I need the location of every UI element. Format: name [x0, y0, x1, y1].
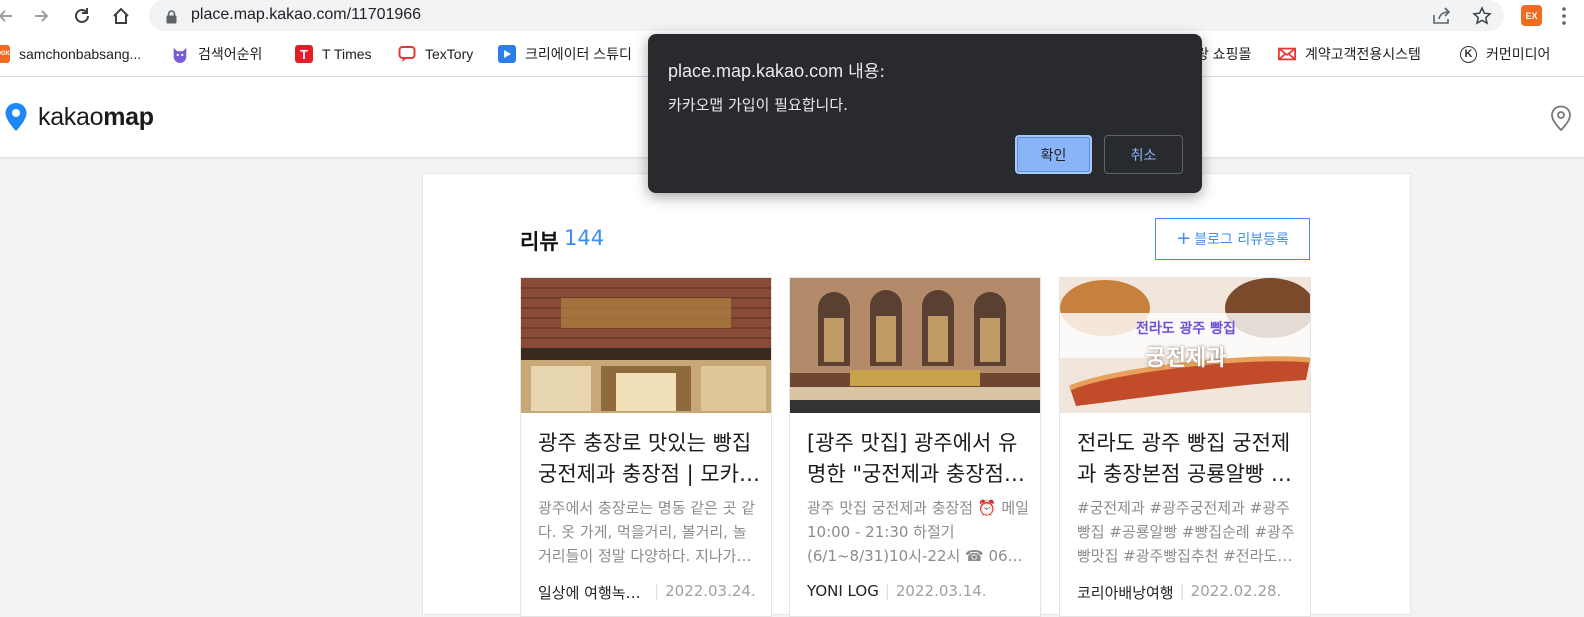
bookmark-item[interactable]: 계약고객전용시스템 — [1278, 43, 1421, 65]
alert-dialog: place.map.kakao.com 내용: 카카오맵 가입이 필요합니다. … — [648, 34, 1202, 193]
review-card-meta: 일상에 여행녹아들기 | 2022.03.24. — [538, 582, 768, 603]
logo-light-text: kakao — [38, 103, 104, 131]
dialog-title: place.map.kakao.com 내용: — [668, 57, 885, 82]
review-card-description: 광주에서 충장로는 명동 같은 곳 같다. 옷 가게, 먹을거리, 볼거리, 놀… — [538, 499, 756, 565]
review-date: 2022.03.14. — [895, 582, 987, 600]
orange-bookmark-icon: BOOK — [0, 45, 10, 63]
review-card-title[interactable]: [광주 맛집] 광주에서 유명한 "궁전제과 충장점" 다녀왔어요 — [807, 428, 1029, 490]
t-times-icon: T — [295, 45, 313, 63]
review-card-description: #궁전제과 #광주궁전제과 #광주빵집 #공룡알빵 #빵집순례 #광주빵맛집 #… — [1077, 499, 1295, 565]
bakery-facade-photo — [790, 278, 1040, 413]
blog-review-register-button[interactable]: + 블로그 리뷰등록 — [1155, 218, 1310, 260]
review-date: 2022.03.24. — [665, 582, 756, 600]
forward-arrow-icon[interactable] — [29, 4, 53, 28]
bookmark-label: 커먼미디어 — [1486, 46, 1551, 62]
bookmark-label: 계약고객전용시스템 — [1305, 46, 1421, 62]
bookmark-label: 크리에이터 스튜디 — [525, 46, 632, 62]
meta-divider: | — [654, 582, 660, 600]
review-card-description: 광주 맛집 궁전제과 충장점 ⏰ 메일 10:00 - 21:30 하절기(6/… — [807, 499, 1029, 565]
bookmark-item[interactable]: 검색어순위 — [171, 43, 262, 65]
review-card[interactable]: [광주 맛집] 광주에서 유명한 "궁전제과 충장점" 다녀왔어요 광주 맛집 … — [789, 277, 1041, 617]
k-circle-icon: K — [1460, 45, 1477, 63]
review-card-title[interactable]: 전라도 광주 빵집 궁전제과 충장본점 공룡알빵 나비파이 — [1077, 428, 1299, 490]
lock-icon[interactable] — [166, 9, 177, 28]
review-author[interactable]: 일상에 여행녹아들기 — [538, 582, 648, 603]
bookmark-item[interactable]: BOOK samchonbabsang... — [0, 43, 141, 65]
meta-divider: | — [1179, 582, 1185, 600]
review-card-title[interactable]: 광주 충장로 맛있는 빵집 궁전제과 충장점 | 모카번 맛집 — [538, 428, 760, 490]
bookmark-label: 검색어순위 — [198, 46, 263, 62]
review-card-meta: 코리아배낭여행 | 2022.02.28. — [1077, 582, 1307, 603]
clapper-icon — [498, 45, 516, 63]
bookmark-item[interactable]: TexTory — [398, 43, 473, 65]
bookmark-label: TexTory — [425, 46, 474, 62]
plus-icon: + — [1176, 228, 1192, 249]
dialog-title-host: place.map.kakao.com — [668, 61, 844, 81]
cancel-button[interactable]: 취소 — [1104, 135, 1183, 174]
bookmark-label: T Times — [322, 46, 372, 62]
review-date: 2022.02.28. — [1190, 582, 1282, 600]
bookmark-item[interactable]: K 커먼미디어 — [1460, 43, 1550, 65]
bookmark-label: samchonbabsang... — [19, 46, 142, 62]
meta-divider: | — [884, 582, 890, 600]
review-title: 리뷰 — [520, 230, 559, 254]
blog-button-label: 블로그 리뷰등록 — [1194, 232, 1289, 248]
bookmark-label: 랑 쇼핑몰 — [1196, 46, 1252, 62]
extension-icon[interactable]: EX — [1521, 5, 1542, 26]
review-card[interactable]: 광주 충장로 맛있는 빵집 궁전제과 충장점 | 모카번 맛집 광주에서 충장로… — [520, 277, 772, 617]
ok-button[interactable]: 확인 — [1015, 135, 1092, 174]
bookmark-item[interactable]: 랑 쇼핑몰 — [1196, 43, 1251, 65]
logo-bold-text: map — [103, 103, 154, 131]
bookmark-item[interactable]: T T Times — [295, 43, 372, 65]
url-text[interactable]: place.map.kakao.com/11701966 — [191, 6, 421, 24]
purple-cat-icon — [171, 45, 189, 63]
share-icon[interactable] — [1431, 5, 1453, 27]
thumb-caption-top: 전라도 광주 빵집 — [1136, 321, 1236, 337]
kakao-pin-icon[interactable] — [4, 102, 28, 136]
thumb-caption-bottom: 궁전제과 — [1145, 346, 1227, 371]
bakery-storefront-photo — [521, 278, 771, 413]
bread-photo: 전라도 광주 빵집 궁전제과 — [1060, 278, 1310, 413]
more-menu-icon[interactable] — [1562, 5, 1566, 27]
bookmark-item[interactable]: 크리에이터 스튜디 — [498, 43, 632, 65]
back-arrow-icon[interactable] — [0, 4, 18, 28]
dialog-title-suffix: 내용: — [848, 62, 886, 82]
chat-bubble-icon — [398, 45, 416, 63]
home-icon[interactable] — [109, 4, 133, 28]
review-author[interactable]: 코리아배낭여행 — [1077, 582, 1174, 603]
review-card[interactable]: 전라도 광주 빵집 궁전제과 전라도 광주 빵집 궁전제과 충장본점 공룡알빵 … — [1059, 277, 1311, 617]
bookmark-star-icon[interactable] — [1471, 5, 1493, 27]
review-card-meta: YONI LOG | 2022.03.14. — [807, 582, 1037, 600]
location-pin-icon[interactable] — [1550, 105, 1572, 135]
review-count: 144 — [564, 226, 605, 250]
kakaomap-logo[interactable]: kakaomap — [38, 103, 154, 132]
red-envelope-icon — [1278, 45, 1296, 63]
review-author[interactable]: YONI LOG — [807, 582, 879, 600]
dialog-message: 카카오맵 가입이 필요합니다. — [668, 96, 848, 114]
browser-toolbar: place.map.kakao.com/11701966 EX — [0, 0, 1584, 33]
reload-icon[interactable] — [70, 4, 94, 28]
